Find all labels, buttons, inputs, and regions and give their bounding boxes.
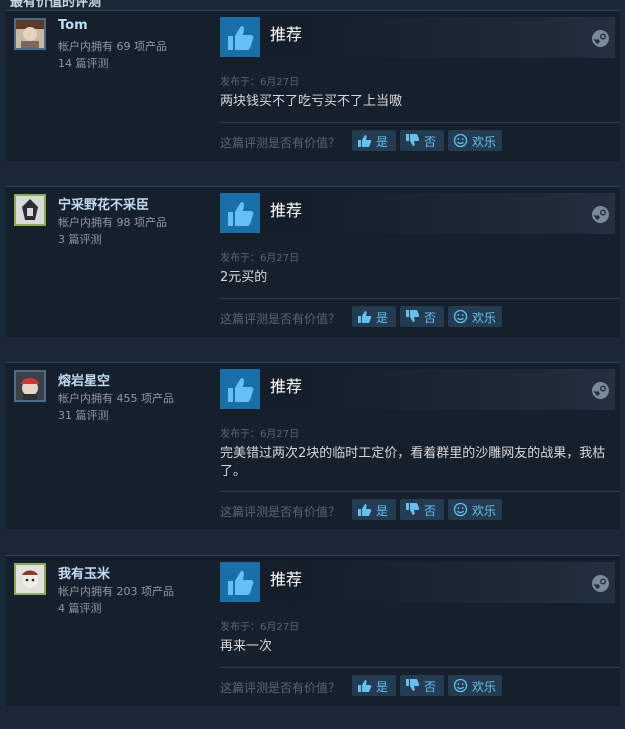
vote-funny-label: 欢乐 <box>472 680 497 694</box>
vote-funny-label: 欢乐 <box>472 504 497 518</box>
review-text: 2元买的 <box>220 270 268 285</box>
smiley-icon <box>453 133 468 148</box>
verdict-label: 推荐 <box>270 570 303 589</box>
thumbs-up-icon <box>358 504 372 516</box>
avatar[interactable] <box>14 18 46 50</box>
thumbs-down-icon <box>406 134 420 146</box>
review-count[interactable]: 4 篇评测 <box>58 600 102 616</box>
avatar[interactable] <box>14 194 46 226</box>
vote-yes-label: 是 <box>376 504 389 518</box>
review-card: 熔岩星空 帐户内拥有 455 项产品 31 篇评测 推荐 发布于：6月27日 完… <box>6 362 620 529</box>
steam-logo-icon <box>592 30 609 51</box>
thumbs-up-icon <box>220 193 260 233</box>
vote-no-button[interactable]: 否 <box>400 675 444 696</box>
smiley-icon <box>453 309 468 324</box>
author-name[interactable]: Tom <box>58 18 88 33</box>
thumbs-up-icon <box>358 135 372 147</box>
divider <box>220 491 620 492</box>
thumbs-up-icon <box>220 17 260 57</box>
thumbs-down-icon <box>406 310 420 322</box>
vote-no-button[interactable]: 否 <box>400 306 444 327</box>
vote-header[interactable]: 推荐 <box>220 193 615 234</box>
vote-header[interactable]: 推荐 <box>220 369 615 410</box>
vote-funny-button[interactable]: 欢乐 <box>448 306 502 327</box>
thumbs-down-icon <box>406 679 420 691</box>
vote-funny-button[interactable]: 欢乐 <box>448 130 502 151</box>
steam-logo-icon <box>592 206 609 227</box>
vote-yes-button[interactable]: 是 <box>352 499 396 520</box>
post-date: 发布于：6月27日 <box>220 253 300 264</box>
helpful-prompt: 这篇评测是否有价值？ <box>220 312 341 326</box>
divider <box>220 298 620 299</box>
thumbs-up-icon <box>358 311 372 323</box>
post-date: 发布于：6月27日 <box>220 77 300 88</box>
review-count[interactable]: 14 篇评测 <box>58 55 109 71</box>
products-owned[interactable]: 帐户内拥有 203 项产品 <box>58 583 174 599</box>
review-text: 两块钱买不了吃亏买不了上当嗷 <box>220 94 403 109</box>
section-header: 最有价值的评测 <box>0 0 625 8</box>
author-name[interactable]: 我有玉米 <box>58 563 110 582</box>
vote-no-label: 否 <box>424 311 437 325</box>
steam-logo-icon <box>592 382 609 403</box>
products-owned[interactable]: 帐户内拥有 455 项产品 <box>58 390 174 406</box>
thumbs-up-icon <box>220 369 260 409</box>
review-count[interactable]: 3 篇评测 <box>58 231 102 247</box>
thumbs-down-icon <box>406 503 420 515</box>
vote-yes-label: 是 <box>376 311 389 325</box>
divider <box>220 667 620 668</box>
vote-no-label: 否 <box>424 504 437 518</box>
section-title: 最有价值的评测 <box>10 0 102 8</box>
verdict-label: 推荐 <box>270 377 303 396</box>
post-date: 发布于：6月27日 <box>220 429 300 440</box>
divider <box>220 122 620 123</box>
products-owned[interactable]: 帐户内拥有 69 项产品 <box>58 38 167 54</box>
avatar[interactable] <box>14 370 46 402</box>
vote-funny-label: 欢乐 <box>472 135 497 149</box>
verdict-label: 推荐 <box>270 25 303 44</box>
vote-funny-button[interactable]: 欢乐 <box>448 499 502 520</box>
vote-no-button[interactable]: 否 <box>400 499 444 520</box>
vote-yes-button[interactable]: 是 <box>352 306 396 327</box>
vote-funny-label: 欢乐 <box>472 311 497 325</box>
vote-yes-button[interactable]: 是 <box>352 675 396 696</box>
smiley-icon <box>453 502 468 517</box>
review-count[interactable]: 31 篇评测 <box>58 407 109 423</box>
review-text: 完美错过两次2块的临时工定价，看着群里的沙雕网友的战果，我枯了。 <box>220 446 606 479</box>
review-text: 再来一次 <box>220 639 273 654</box>
vote-header[interactable]: 推荐 <box>220 17 615 58</box>
vote-header[interactable]: 推荐 <box>220 562 615 603</box>
vote-yes-label: 是 <box>376 135 389 149</box>
review-card: Tom 帐户内拥有 69 项产品 14 篇评测 推荐 发布于：6月27日 两块钱… <box>6 10 620 161</box>
vote-no-label: 否 <box>424 680 437 694</box>
vote-yes-label: 是 <box>376 680 389 694</box>
review-card: 宁采野花不采臣 帐户内拥有 98 项产品 3 篇评测 推荐 发布于：6月27日 … <box>6 186 620 337</box>
vote-funny-button[interactable]: 欢乐 <box>448 675 502 696</box>
helpful-prompt: 这篇评测是否有价值？ <box>220 505 341 519</box>
review-card: 我有玉米 帐户内拥有 203 项产品 4 篇评测 推荐 发布于：6月27日 再来… <box>6 555 620 706</box>
helpful-prompt: 这篇评测是否有价值？ <box>220 681 341 695</box>
vote-no-button[interactable]: 否 <box>400 130 444 151</box>
smiley-icon <box>453 678 468 693</box>
products-owned[interactable]: 帐户内拥有 98 项产品 <box>58 214 167 230</box>
thumbs-up-icon <box>358 680 372 692</box>
author-name[interactable]: 熔岩星空 <box>58 370 110 389</box>
vote-yes-button[interactable]: 是 <box>352 130 396 151</box>
helpful-prompt: 这篇评测是否有价值？ <box>220 136 341 150</box>
verdict-label: 推荐 <box>270 201 303 220</box>
avatar[interactable] <box>14 563 46 595</box>
author-name[interactable]: 宁采野花不采臣 <box>58 194 149 213</box>
vote-no-label: 否 <box>424 135 437 149</box>
thumbs-up-icon <box>220 562 260 602</box>
steam-logo-icon <box>592 575 609 596</box>
post-date: 发布于：6月27日 <box>220 622 300 633</box>
